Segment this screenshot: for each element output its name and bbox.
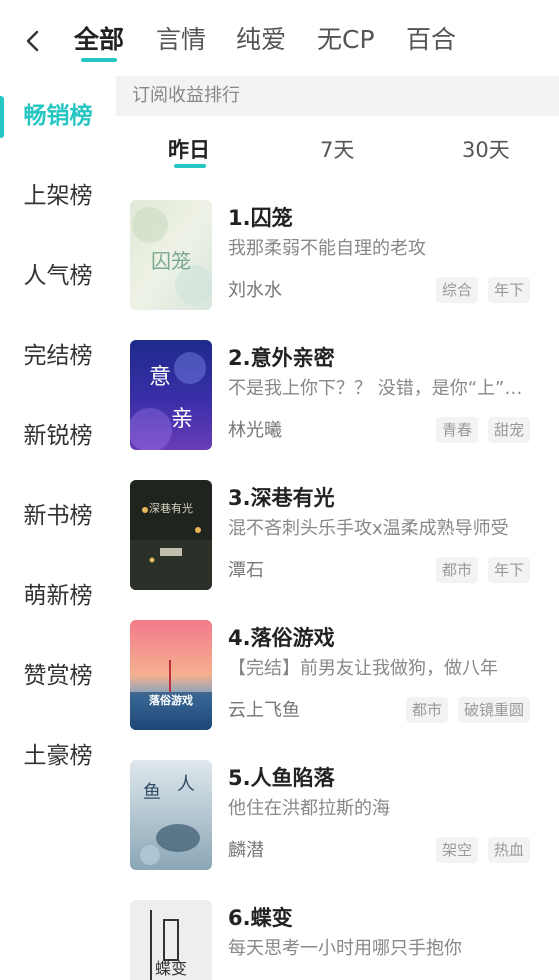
book-cover[interactable]: 落俗游戏	[130, 620, 212, 730]
cover-title-art: 意	[149, 365, 171, 390]
book-tag[interactable]: 架空	[435, 837, 478, 863]
book-tags: 综合 年下	[435, 277, 530, 303]
ranking-panel: 订阅收益排行 昨日 7天 30天 囚笼 1.囚笼 我那柔弱不能自理的老攻 刘水水…	[116, 76, 559, 980]
book-tags: 都市 破镜重圆	[405, 697, 530, 723]
ranking-sidebar: 畅销榜 上架榜 人气榜 完结榜 新锐榜 新书榜 萌新榜 赞赏榜 土豪榜	[0, 76, 116, 980]
top-nav: 全部 言情 纯爱 无CP 百合	[0, 0, 559, 76]
book-item[interactable]: 囚笼 1.囚笼 我那柔弱不能自理的老攻 刘水水 综合 年下	[130, 200, 545, 312]
book-tags: 青春 甜宠	[435, 417, 530, 443]
book-title[interactable]: 5.人鱼陷落	[228, 764, 335, 792]
cover-title-art: 蝶变	[155, 959, 187, 978]
book-tag[interactable]: 青春	[435, 417, 478, 443]
book-title[interactable]: 2.意外亲密	[228, 344, 335, 372]
book-description: 【完结】前男友让我做狗，做八年	[228, 658, 498, 679]
book-cover[interactable]: 鱼 人	[130, 760, 212, 870]
sidebar-item-rising[interactable]: 新锐榜	[0, 416, 116, 456]
book-tag[interactable]: 都市	[435, 557, 478, 583]
book-title[interactable]: 4.落俗游戏	[228, 624, 335, 652]
cover-title-art: 囚笼	[151, 249, 191, 273]
book-tag[interactable]: 年下	[487, 557, 530, 583]
book-cover[interactable]: 意 亲	[130, 340, 212, 450]
book-author: 麟潜	[228, 840, 264, 861]
book-tags: 都市 年下	[435, 557, 530, 583]
sidebar-item-new-books[interactable]: 新书榜	[0, 496, 116, 536]
book-author: 云上飞鱼	[228, 700, 300, 721]
book-description: 我那柔弱不能自理的老攻	[228, 238, 426, 259]
book-item[interactable]: 鱼 人 5.人鱼陷落 他住在洪都拉斯的海 麟潜 架空 热血	[130, 760, 545, 872]
book-item[interactable]: 落俗游戏 4.落俗游戏 【完结】前男友让我做狗，做八年 云上飞鱼 都市 破镜重圆	[130, 620, 545, 732]
book-tags: 架空 热血	[435, 837, 530, 863]
book-tag[interactable]: 综合	[435, 277, 478, 303]
back-arrow-icon[interactable]	[22, 28, 44, 54]
book-title[interactable]: 6.蝶变	[228, 904, 293, 932]
book-item[interactable]: 意 亲 2.意外亲密 不是我上你下？？ 没错，是你“上”… 林光曦 青春 甜宠	[130, 340, 545, 452]
book-item[interactable]: 蝶变 6.蝶变 每天思考一小时用哪只手抱你	[130, 900, 545, 980]
sidebar-item-bestseller[interactable]: 畅销榜	[0, 96, 116, 136]
tab-romance[interactable]: 言情	[156, 22, 206, 58]
book-tag[interactable]: 都市	[405, 697, 448, 723]
book-cover[interactable]: 囚笼	[130, 200, 212, 310]
sidebar-item-tips[interactable]: 赞赏榜	[0, 656, 116, 696]
tab-bl[interactable]: 纯爱	[236, 22, 286, 58]
book-author: 刘水水	[228, 280, 282, 301]
book-cover[interactable]: 蝶变	[130, 900, 212, 980]
sidebar-item-new-listing[interactable]: 上架榜	[0, 176, 116, 216]
book-title[interactable]: 3.深巷有光	[228, 484, 335, 512]
cover-title-art: 亲	[171, 407, 193, 432]
tab-no-cp[interactable]: 无CP	[317, 22, 375, 58]
period-7-days[interactable]: 7天	[320, 132, 354, 168]
book-item[interactable]: 深巷有光 3.深巷有光 混不吝刺头乐手攻x温柔成熟导师受 潭石 都市 年下	[130, 480, 545, 592]
sidebar-item-big-spender[interactable]: 土豪榜	[0, 736, 116, 776]
ranking-subheader-label: 订阅收益排行	[132, 85, 240, 106]
tab-gl[interactable]: 百合	[406, 22, 456, 58]
book-tag[interactable]: 热血	[487, 837, 530, 863]
book-tag[interactable]: 破镜重圆	[457, 697, 530, 723]
book-author: 林光曦	[228, 420, 282, 441]
sidebar-item-popularity[interactable]: 人气榜	[0, 256, 116, 296]
cover-title-art: 深巷有光	[149, 501, 193, 515]
book-description: 每天思考一小时用哪只手抱你	[228, 938, 462, 959]
tab-all[interactable]: 全部	[74, 22, 124, 58]
book-description: 混不吝刺头乐手攻x温柔成熟导师受	[228, 518, 509, 539]
cover-title-art: 鱼	[143, 782, 161, 803]
book-description: 他住在洪都拉斯的海	[228, 798, 390, 819]
active-tab-indicator	[81, 58, 117, 62]
sidebar-item-newcomer[interactable]: 萌新榜	[0, 576, 116, 616]
active-period-indicator	[174, 164, 206, 168]
ranking-subheader: 订阅收益排行	[116, 76, 559, 116]
book-author: 潭石	[228, 560, 264, 581]
book-cover[interactable]: 深巷有光	[130, 480, 212, 590]
sidebar-item-completed[interactable]: 完结榜	[0, 336, 116, 376]
book-title[interactable]: 1.囚笼	[228, 204, 293, 232]
book-tag[interactable]: 年下	[487, 277, 530, 303]
cover-title-art: 人	[177, 774, 195, 795]
book-description: 不是我上你下？？ 没错，是你“上”…	[228, 378, 523, 399]
period-30-days[interactable]: 30天	[462, 132, 510, 168]
cover-title-art: 落俗游戏	[149, 693, 193, 707]
book-tag[interactable]: 甜宠	[487, 417, 530, 443]
period-yesterday[interactable]: 昨日	[168, 132, 210, 168]
